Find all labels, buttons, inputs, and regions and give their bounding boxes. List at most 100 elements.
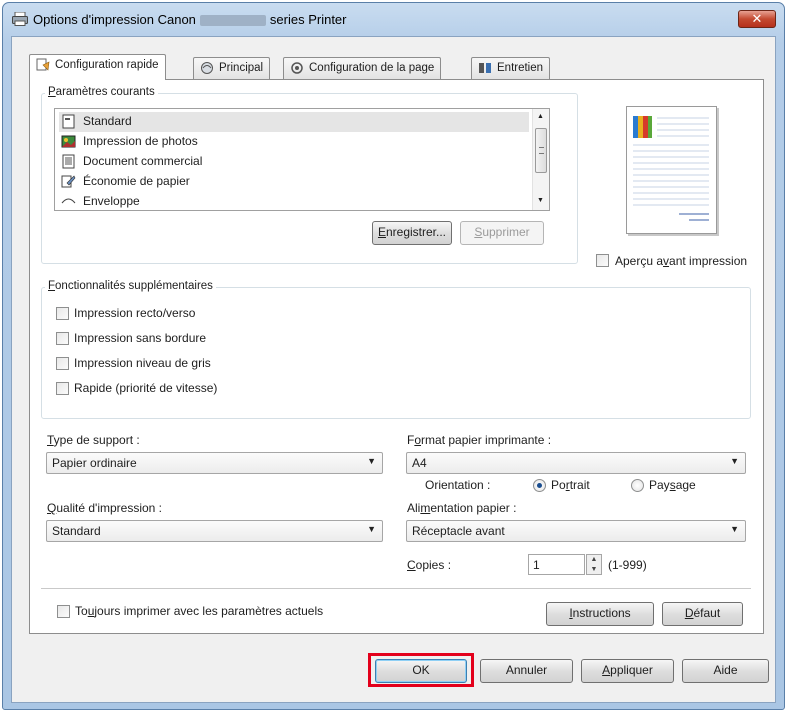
printer-icon — [12, 12, 28, 26]
scroll-down-icon[interactable]: ▼ — [537, 197, 544, 204]
button-label: upprimer — [482, 225, 530, 239]
label-part: Ali — [407, 501, 421, 515]
print-options-window: Options d'impression Canon series Printer… — [2, 2, 785, 710]
separator — [41, 588, 751, 589]
standard-icon — [62, 114, 75, 129]
current-settings-list[interactable]: Standard Impression de photos Document c… — [54, 108, 550, 211]
spin-up-icon[interactable]: ▲ — [587, 555, 601, 565]
instructions-button[interactable]: Instructions — [546, 602, 654, 626]
label-part: jours imprimer avec les paramètres actue… — [94, 604, 324, 618]
borderless-label: Impression sans bordure — [74, 331, 207, 345]
paper-source-value: Réceptacle avant — [412, 524, 505, 538]
duplex-checkbox[interactable] — [56, 307, 69, 320]
tab-label: Entretien — [497, 62, 544, 75]
borderless-checkbox[interactable] — [56, 332, 69, 345]
list-item-label: Enveloppe — [83, 194, 140, 208]
mnemonic: Q — [47, 501, 57, 515]
list-item-document[interactable]: Document commercial — [59, 152, 529, 172]
media-type-value: Papier ordinaire — [52, 456, 137, 470]
label-part: Pay — [649, 478, 670, 492]
label-text: opies : — [415, 558, 452, 572]
dropdown-arrow-icon: ▼ — [367, 524, 376, 534]
copies-label: Copies : — [407, 558, 451, 572]
mnemonic: m — [420, 501, 431, 515]
delete-button[interactable]: Supprimer — [460, 221, 544, 245]
tab-panel-configuration-rapide: Paramètres courants Standard Impression … — [29, 79, 764, 634]
dropdown-arrow-icon: ▼ — [730, 524, 739, 534]
photo-icon — [61, 135, 76, 148]
maintenance-icon — [479, 63, 491, 73]
mnemonic: F — [48, 280, 56, 292]
title-prefix: Options d'impression Canon — [33, 12, 196, 27]
copies-range: (1-999) — [608, 558, 647, 572]
title-text: onctionnalités supplémentaires — [55, 280, 213, 292]
tab-configuration-page[interactable]: Configuration de la page — [283, 57, 442, 79]
page-preview-image — [633, 116, 709, 221]
list-item-photos[interactable]: Impression de photos — [59, 132, 529, 152]
tab-entretien[interactable]: Entretien — [471, 57, 551, 79]
list-item-label: Standard — [83, 114, 132, 128]
orientation-landscape-radio[interactable] — [631, 479, 644, 492]
always-print-checkbox[interactable] — [57, 605, 70, 618]
paper-saving-icon — [61, 175, 76, 188]
print-quality-label: Qualité d'impression : — [47, 501, 162, 515]
copies-spinner[interactable]: ▲ ▼ — [586, 554, 602, 575]
orientation-portrait-radio[interactable] — [533, 479, 546, 492]
paper-size-select[interactable]: A4 ▼ — [406, 452, 746, 474]
mnemonic: C — [407, 558, 416, 572]
orientation-portrait-label: Portrait — [551, 478, 590, 492]
scroll-up-icon[interactable]: ▲ — [537, 113, 544, 120]
title-text: aramètres courants — [55, 86, 155, 98]
preview-before-print-label: Aperçu avant impression — [615, 254, 747, 268]
title-bar[interactable]: Options d'impression Canon series Printer… — [3, 3, 784, 35]
default-button[interactable]: Défaut — [662, 602, 743, 626]
spin-down-icon[interactable]: ▼ — [587, 565, 601, 575]
current-settings-title: Paramètres courants — [45, 86, 158, 98]
label-part: Aperçu a — [615, 254, 664, 268]
tab-configuration-rapide[interactable]: Configuration rapide — [29, 54, 166, 80]
list-item-envelope[interactable]: Enveloppe — [59, 192, 529, 210]
button-label: éfaut — [693, 606, 721, 620]
paper-size-label: Format papier imprimante : — [407, 433, 551, 447]
button-label: nregistrer... — [385, 225, 447, 239]
help-button[interactable]: Aide — [682, 659, 769, 683]
speed-priority-checkbox[interactable] — [56, 382, 69, 395]
list-item-standard[interactable]: Standard — [59, 112, 529, 132]
label-part: To — [75, 604, 88, 618]
print-quality-select[interactable]: Standard ▼ — [46, 520, 383, 542]
button-label: Annuler — [505, 663, 548, 677]
list-scrollbar[interactable]: ▲ ▼ — [532, 109, 549, 210]
button-label: nstructions — [572, 606, 631, 620]
label-text: ype de support : — [53, 433, 140, 447]
cancel-button[interactable]: Annuler — [480, 659, 573, 683]
speed-priority-label: Rapide (priorité de vitesse) — [74, 381, 218, 395]
label-part: entation papier : — [430, 501, 517, 515]
page-preview — [626, 106, 717, 234]
additional-features-title: Fonctionnalités supplémentaires — [45, 280, 216, 292]
save-button[interactable]: Enregistrer... — [372, 221, 452, 245]
scroll-thumb[interactable] — [535, 128, 547, 173]
label-part: rmat papier imprimante : — [421, 433, 552, 447]
grayscale-checkbox[interactable] — [56, 357, 69, 370]
ok-button[interactable]: OK — [375, 659, 467, 683]
copies-value: 1 — [533, 558, 540, 572]
grip-icon — [539, 147, 544, 154]
orientation-label: Orientation : — [425, 478, 491, 492]
list-item-paper-saving[interactable]: Économie de papier — [59, 172, 529, 192]
dialog-client-area: Configuration rapide Principal Configura… — [11, 36, 776, 703]
tab-label: Configuration rapide — [55, 59, 159, 72]
mnemonic: T — [47, 433, 54, 447]
close-icon: ✕ — [751, 11, 763, 26]
apply-button[interactable]: Appliquer — [581, 659, 674, 683]
grayscale-label: Impression niveau de gris — [74, 356, 211, 370]
media-type-select[interactable]: Papier ordinaire ▼ — [46, 452, 383, 474]
preview-before-print-checkbox[interactable] — [596, 254, 609, 267]
copies-input[interactable]: 1 — [528, 554, 585, 575]
paper-source-label: Alimentation papier : — [407, 501, 516, 515]
paper-source-select[interactable]: Réceptacle avant ▼ — [406, 520, 746, 542]
dropdown-arrow-icon: ▼ — [730, 456, 739, 466]
button-label: Aide — [713, 663, 738, 677]
tab-principal[interactable]: Principal — [193, 57, 271, 79]
close-button[interactable]: ✕ — [738, 10, 776, 28]
quick-setup-icon — [36, 58, 50, 71]
